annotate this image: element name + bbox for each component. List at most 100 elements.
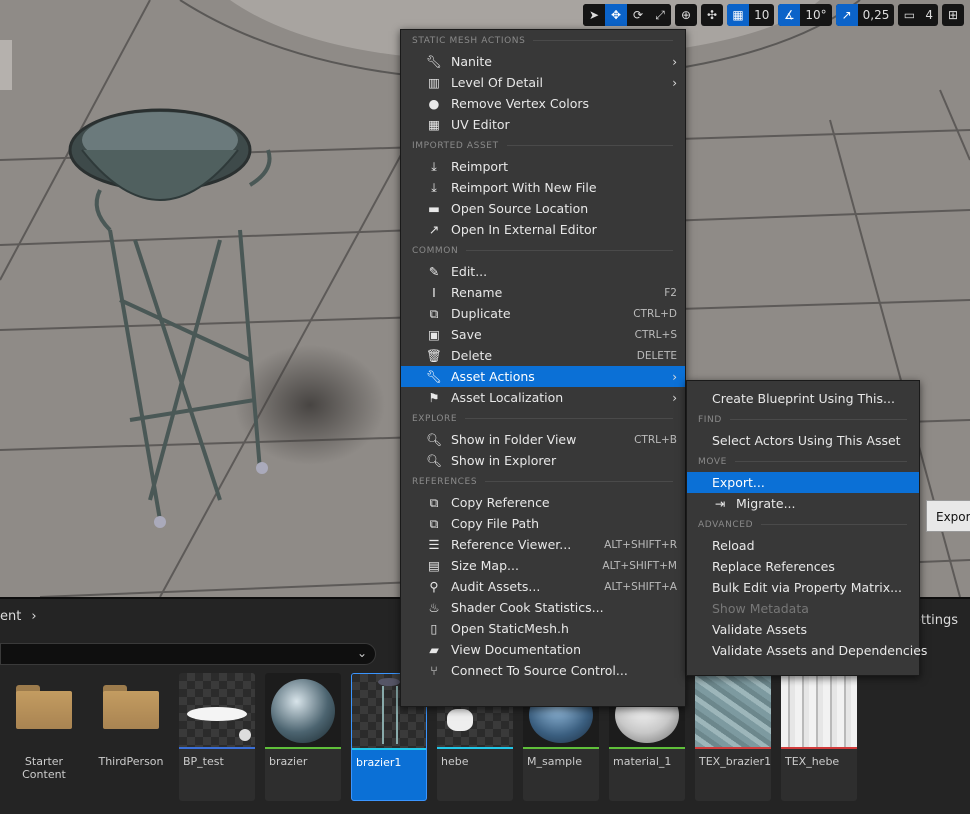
menu-item-connect-source-control[interactable]: ⑂ Connect To Source Control... xyxy=(401,660,685,681)
section-header: COMMON xyxy=(401,240,685,261)
menu-item-shader-cook-stats[interactable]: ♨ Shader Cook Statistics... xyxy=(401,597,685,618)
menu-item-select-actors[interactable]: Select Actors Using This Asset xyxy=(687,430,919,451)
menu-item-remove-vertex-colors[interactable]: ● Remove Vertex Colors xyxy=(401,93,685,114)
menu-item-asset-localization[interactable]: ⚑ Asset Localization › xyxy=(401,387,685,408)
search-input[interactable]: ⌄ xyxy=(0,643,376,665)
asset-tile-tex-brazier1[interactable]: TEX_brazier1 xyxy=(695,673,771,801)
menu-item-show-folder-view[interactable]: 🔍︎ Show in Folder View CTRL+B xyxy=(401,429,685,450)
camera-icon: ▭ xyxy=(903,8,916,22)
layout-grid-icon: ⊞ xyxy=(947,8,959,22)
menu-item-audit-assets[interactable]: ⚲ Audit Assets... ALT+SHIFT+A xyxy=(401,576,685,597)
asset-tile-brazier[interactable]: brazier xyxy=(265,673,341,801)
menu-item-bulk-edit[interactable]: Bulk Edit via Property Matrix... xyxy=(687,577,919,598)
scale-icon: ⤢ xyxy=(655,7,665,22)
menu-item-duplicate[interactable]: ⧉ Duplicate CTRL+D xyxy=(401,303,685,324)
chevron-down-icon[interactable]: ⌄ xyxy=(357,646,367,660)
rotate-icon: ⟳ xyxy=(633,8,644,22)
folder-search-icon: 🔍︎ xyxy=(426,431,442,447)
cursor-icon: ➤ xyxy=(589,8,600,22)
section-header: FIND xyxy=(687,409,919,430)
folder-search-icon: 🔍︎ xyxy=(426,452,442,468)
asset-type-bar xyxy=(265,747,341,749)
menu-item-level-of-detail[interactable]: ▥ Level Of Detail › xyxy=(401,72,685,93)
breadcrumb-item[interactable]: ent xyxy=(0,609,21,624)
menu-item-asset-actions[interactable]: 🔧︎ Asset Actions › xyxy=(401,366,685,387)
wrench-icon: 🔧︎ xyxy=(426,53,442,69)
rotation-snap-group: ∡ 10° xyxy=(778,4,832,26)
menu-item-open-external-editor[interactable]: ↗ Open In External Editor xyxy=(401,219,685,240)
menu-item-edit[interactable]: ✎ Edit... xyxy=(401,261,685,282)
menu-item-reimport-new-file[interactable]: ⤓ Reimport With New File xyxy=(401,177,685,198)
menu-item-uv-editor[interactable]: ▦ UV Editor xyxy=(401,114,685,135)
menu-item-export[interactable]: Export... xyxy=(687,472,919,493)
asset-type-bar xyxy=(523,747,599,749)
migrate-icon: ⇥ xyxy=(714,496,726,511)
menu-item-copy-reference[interactable]: ⧉ Copy Reference xyxy=(401,492,685,513)
menu-item-open-staticmesh-h[interactable]: ▯ Open StaticMesh.h xyxy=(401,618,685,639)
menu-item-delete[interactable]: 🗑︎ Delete DELETE xyxy=(401,345,685,366)
scale-arrow-icon: ↗ xyxy=(841,8,852,22)
book-icon: ▰ xyxy=(429,642,439,657)
paint-drop-icon: ● xyxy=(428,96,440,111)
camera-speed-button[interactable]: ▭ xyxy=(898,4,921,26)
menu-item-view-documentation[interactable]: ▰ View Documentation xyxy=(401,639,685,660)
menu-item-migrate[interactable]: ⇥ Migrate... xyxy=(687,493,919,514)
menu-item-validate-assets[interactable]: Validate Assets xyxy=(687,619,919,640)
asset-actions-submenu: Create Blueprint Using This... FIND Sele… xyxy=(686,380,927,676)
translate-mode-button[interactable]: ✥ xyxy=(605,4,628,26)
section-header: IMPORTED ASSET xyxy=(401,135,685,156)
scale-snap-value[interactable]: 0,25 xyxy=(858,4,895,26)
asset-tile-tex-hebe[interactable]: TEX_hebe xyxy=(781,673,857,801)
asset-type-bar xyxy=(352,748,426,750)
grid-icon: ▦ xyxy=(732,8,744,22)
copy-icon: ⧉ xyxy=(429,515,439,531)
menu-item-reimport[interactable]: ⤓ Reimport xyxy=(401,156,685,177)
external-link-icon: ↗ xyxy=(428,222,440,237)
rotate-mode-button[interactable]: ⟳ xyxy=(627,4,650,26)
asset-type-bar xyxy=(781,747,857,749)
menu-item-reload[interactable]: Reload xyxy=(687,535,919,556)
menu-item-open-source-location[interactable]: ▬ Open Source Location xyxy=(401,198,685,219)
duplicate-icon: ⧉ xyxy=(429,305,439,321)
menu-item-copy-file-path[interactable]: ⧉ Copy File Path xyxy=(401,513,685,534)
asset-label: hebe xyxy=(441,755,469,768)
menu-item-size-map[interactable]: ▤ Size Map... ALT+SHIFT+M xyxy=(401,555,685,576)
surface-snap-button[interactable]: ✣ xyxy=(701,4,724,26)
maximize-viewport-button[interactable]: ⊞ xyxy=(942,4,964,26)
folder-tile-thirdperson[interactable]: ThirdPerson xyxy=(93,673,169,801)
folder-tile-starter-content[interactable]: Starter Content xyxy=(6,673,82,801)
menu-item-validate-assets-deps[interactable]: Validate Assets and Dependencies xyxy=(687,640,927,661)
rotation-snap-value[interactable]: 10° xyxy=(800,4,831,26)
menu-item-replace-references[interactable]: Replace References xyxy=(687,556,919,577)
asset-type-bar xyxy=(437,747,513,749)
grid-snap-value[interactable]: 10 xyxy=(749,4,774,26)
section-header: MOVE xyxy=(687,451,919,472)
uv-grid-icon: ▦ xyxy=(428,117,440,132)
breadcrumb: ent › xyxy=(0,609,37,624)
world-local-button[interactable]: ⊕ xyxy=(675,4,698,26)
rotation-snap-toggle[interactable]: ∡ xyxy=(778,4,801,26)
menu-item-create-blueprint[interactable]: Create Blueprint Using This... xyxy=(687,388,919,409)
grid-snap-toggle[interactable]: ▦ xyxy=(727,4,750,26)
lod-icon: ▥ xyxy=(428,75,440,90)
angle-icon: ∡ xyxy=(783,8,795,22)
menu-item-save[interactable]: ▣ Save CTRL+S xyxy=(401,324,685,345)
import-icon: ⤓ xyxy=(431,158,437,174)
chevron-right-icon: › xyxy=(672,390,677,405)
asset-label: brazier xyxy=(269,755,308,768)
asset-tile-bp-test[interactable]: BP_test xyxy=(179,673,255,801)
rename-icon: I xyxy=(432,285,436,300)
camera-speed-value[interactable]: 4 xyxy=(920,4,938,26)
scale-snap-toggle[interactable]: ↗ xyxy=(835,4,858,26)
menu-item-reference-viewer[interactable]: ☰ Reference Viewer... ALT+SHIFT+R xyxy=(401,534,685,555)
surface-snap-icon: ✣ xyxy=(707,8,718,22)
asset-type-bar xyxy=(609,747,685,749)
size-map-icon: ▤ xyxy=(428,558,440,573)
menu-item-nanite[interactable]: 🔧︎ Nanite › xyxy=(401,51,685,72)
select-mode-button[interactable]: ➤ xyxy=(583,4,606,26)
menu-item-show-explorer[interactable]: 🔍︎ Show in Explorer xyxy=(401,450,685,471)
asset-thumbnail xyxy=(695,673,771,747)
asset-label: BP_test xyxy=(183,755,224,768)
menu-item-rename[interactable]: I Rename F2 xyxy=(401,282,685,303)
scale-mode-button[interactable]: ⤢ xyxy=(649,4,672,26)
